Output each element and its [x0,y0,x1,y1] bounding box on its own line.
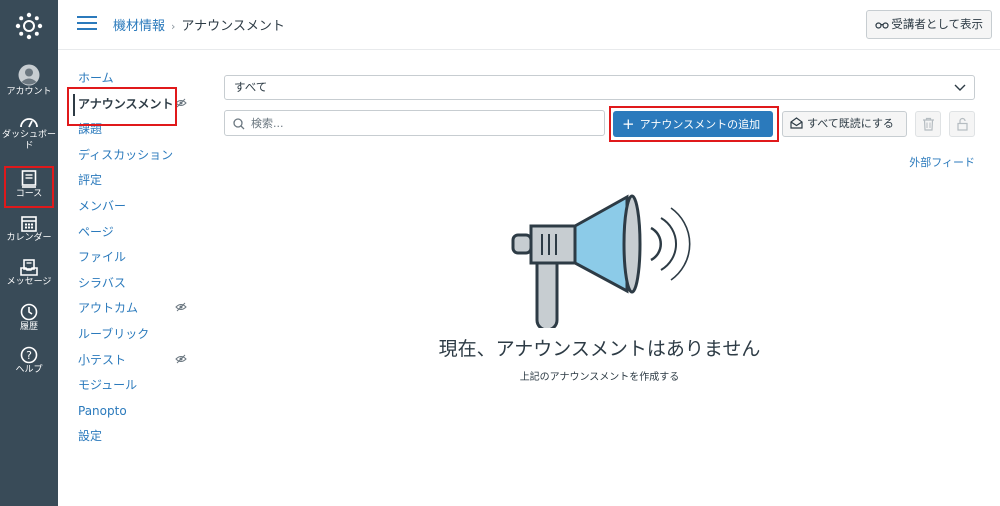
mark-all-read-label: すべて既読にする [807,117,894,130]
help-icon: ? [20,346,38,364]
course-nav-modules[interactable]: モジュール [78,375,198,401]
filter-value: すべて [234,80,268,94]
student-view-button[interactable]: 受講者として表示 [866,10,992,39]
mark-all-read-button[interactable]: すべて既読にする [782,111,907,137]
nav-history-label: 履歴 [19,322,38,332]
nav-courses-label: コース [15,189,43,199]
nav-help[interactable]: ? ヘルプ [0,346,58,376]
history-icon [20,303,38,321]
course-nav-announcements-label: アナウンスメント [78,96,174,111]
plus-icon: + [622,115,635,133]
top-bar: 機材情報 › アナウンスメント 受講者として表示 [58,0,1000,50]
nav-dashboard-label-line1: ダッシュボー [1,130,56,140]
nav-dashboard[interactable]: ダッシュボード [0,115,58,152]
nav-help-label: ヘルプ [15,365,43,375]
nav-history[interactable]: 履歴 [0,303,58,333]
nav-account[interactable]: アカウント [0,64,58,98]
course-nav-syllabus[interactable]: シラバス [78,273,198,299]
canvas-logo-link[interactable] [0,11,58,41]
course-nav-home[interactable]: ホーム [78,68,198,94]
search-input[interactable] [251,114,591,132]
course-nav-assignments[interactable]: 課題 [78,119,198,145]
course-nav-people[interactable]: メンバー [78,196,198,222]
nav-inbox-label: メッセージ [6,277,52,287]
unlock-icon [957,117,968,131]
global-navigation: アカウント ダッシュボード コース カレンダー メッセージ 履歴 ? ヘルプ [0,0,58,506]
envelope-open-icon [790,117,803,129]
breadcrumb-course-link[interactable]: 機材情報 [113,19,165,34]
nav-calendar[interactable]: カレンダー [0,215,58,244]
hidden-eye-icon [175,354,187,363]
svg-text:?: ? [26,349,32,362]
empty-state-subtitle: 上記のアナウンスメントを作成する [519,372,680,383]
course-nav-settings[interactable]: 設定 [78,426,198,452]
course-nav-outcomes[interactable]: アウトカム [78,298,198,324]
course-nav-quizzes[interactable]: 小テスト [78,350,198,376]
glasses-icon [875,22,889,29]
courses-icon [21,170,37,188]
nav-calendar-label: カレンダー [6,233,52,243]
calendar-icon [21,216,37,232]
account-icon [18,64,40,86]
inbox-icon [20,259,38,276]
breadcrumb-separator: › [171,20,176,33]
chevron-down-icon [954,84,966,91]
course-nav-outcomes-label: アウトカム [78,301,139,316]
course-nav-panopto[interactable]: Panopto [78,401,198,427]
nav-dashboard-label: ダッシュボード [0,130,58,152]
course-nav-rubrics[interactable]: ルーブリック [78,324,198,350]
course-nav-announcements[interactable]: アナウンスメント [73,93,198,120]
hidden-eye-icon [175,98,187,107]
nav-inbox[interactable]: メッセージ [0,259,58,288]
search-field[interactable] [224,110,605,136]
search-icon [233,118,245,130]
course-nav-files[interactable]: ファイル [78,247,198,273]
add-announcement-label: アナウンスメントの追加 [639,118,761,131]
empty-state-title: 現在、アナウンスメントはありません [438,338,761,360]
announcement-filter-select[interactable]: すべて [224,75,975,100]
nav-account-label: アカウント [6,87,52,97]
megaphone-illustration [511,194,691,328]
course-nav-grades[interactable]: 評定 [78,170,198,196]
course-menu-toggle-icon[interactable] [77,16,97,32]
course-nav-discussions[interactable]: ディスカッション [78,145,198,171]
external-feed-link[interactable]: 外部フィード [909,154,975,170]
trash-icon [923,117,934,131]
student-view-label: 受講者として表示 [891,17,983,31]
add-announcement-button[interactable]: + アナウンスメントの追加 [613,111,773,137]
dashboard-icon [20,118,38,128]
nav-courses[interactable]: コース [0,170,58,200]
lock-button[interactable] [949,111,975,137]
course-nav-quizzes-label: 小テスト [78,352,127,367]
delete-button[interactable] [915,111,941,137]
breadcrumb: 機材情報 › アナウンスメント [113,15,285,34]
breadcrumb-current: アナウンスメント [181,19,285,34]
course-nav-pages[interactable]: ページ [78,222,198,248]
nav-dashboard-label-line2: ド [24,141,34,151]
hidden-eye-icon [175,302,187,312]
canvas-logo-icon [15,12,43,40]
course-navigation: ホーム アナウンスメント 課題 ディスカッション 評定 メンバー ページ ファイ… [73,68,198,452]
